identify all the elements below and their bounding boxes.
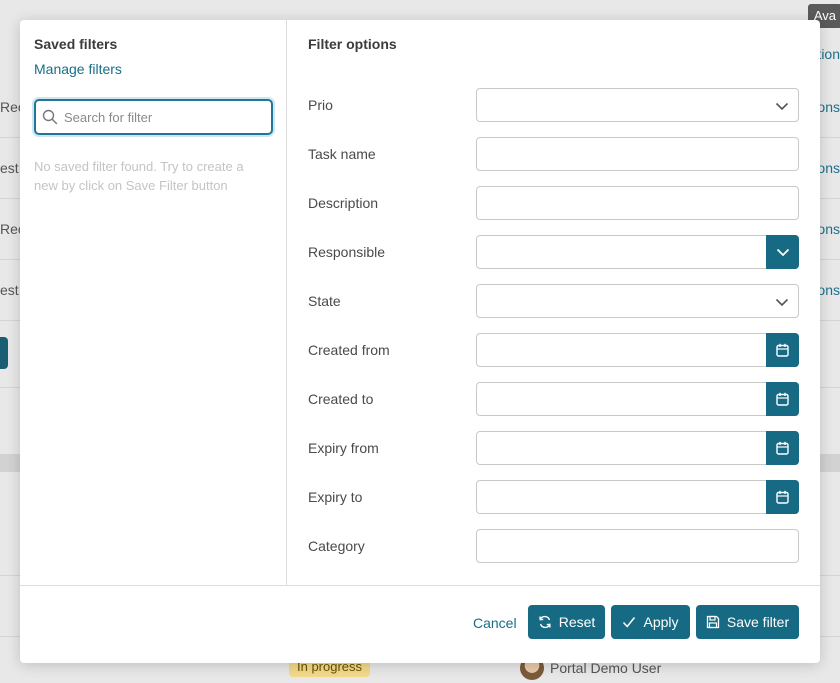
save-icon — [706, 615, 720, 629]
prio-select[interactable] — [476, 88, 799, 122]
row-action-link[interactable]: ons — [817, 160, 840, 176]
reset-label: Reset — [558, 614, 596, 630]
form-row-expiry-from: Expiry from — [308, 431, 799, 465]
filter-dialog: Saved filters Manage filters No saved fi… — [20, 20, 820, 663]
check-icon — [623, 617, 636, 628]
task-name-label: Task name — [308, 146, 376, 162]
expiry-from-input[interactable] — [477, 432, 767, 464]
task-name-input[interactable] — [477, 138, 798, 170]
expiry-from-label: Expiry from — [308, 440, 379, 456]
cancel-button[interactable]: Cancel — [473, 615, 517, 631]
manage-filters-link[interactable]: Manage filters — [34, 61, 122, 77]
save-filter-label: Save filter — [726, 614, 790, 630]
filter-options-title: Filter options — [308, 36, 397, 52]
form-row-responsible: Responsible — [308, 235, 799, 269]
created-to-field[interactable] — [476, 382, 799, 416]
empty-state-message: No saved filter found. Try to create a n… — [34, 159, 244, 193]
description-label: Description — [308, 195, 379, 211]
chevron-down-icon — [775, 102, 789, 111]
chevron-down-icon — [776, 248, 789, 257]
calendar-icon — [776, 441, 789, 455]
task-name-field[interactable] — [476, 137, 799, 171]
form-row-description: Description — [308, 186, 799, 220]
form-row-task-name: Task name — [308, 137, 799, 171]
created-to-calendar-button[interactable] — [766, 382, 799, 416]
responsible-input[interactable] — [477, 236, 767, 268]
prio-label: Prio — [308, 97, 333, 113]
form-row-prio: Prio — [308, 88, 799, 122]
calendar-icon — [776, 343, 789, 357]
state-select[interactable] — [476, 284, 799, 318]
category-input[interactable] — [477, 530, 798, 562]
expiry-to-field[interactable] — [476, 480, 799, 514]
state-label: State — [308, 293, 341, 309]
created-from-calendar-button[interactable] — [766, 333, 799, 367]
chevron-down-icon — [775, 298, 789, 307]
calendar-icon — [776, 490, 789, 504]
calendar-icon — [776, 392, 789, 406]
form-row-category: Category — [308, 529, 799, 563]
expiry-from-calendar-button[interactable] — [766, 431, 799, 465]
created-from-label: Created from — [308, 342, 390, 358]
description-input[interactable] — [477, 187, 798, 219]
form-row-created-to: Created to — [308, 382, 799, 416]
search-icon — [42, 109, 58, 125]
expiry-to-calendar-button[interactable] — [766, 480, 799, 514]
refresh-icon — [539, 615, 551, 629]
responsible-label: Responsible — [308, 244, 386, 260]
description-field[interactable] — [476, 186, 799, 220]
responsible-dropdown-button[interactable] — [766, 235, 799, 269]
responsible-field[interactable] — [476, 235, 799, 269]
form-row-expiry-to: Expiry to — [308, 480, 799, 514]
category-label: Category — [308, 538, 365, 554]
dialog-footer: Cancel Reset Apply Save filter — [20, 585, 820, 663]
reset-button[interactable]: Reset — [528, 605, 605, 639]
created-from-input[interactable] — [477, 334, 767, 366]
filter-search-box[interactable] — [34, 99, 273, 135]
category-field[interactable] — [476, 529, 799, 563]
row-action-link[interactable]: ons — [817, 99, 840, 115]
created-to-label: Created to — [308, 391, 374, 407]
expiry-from-field[interactable] — [476, 431, 799, 465]
filter-options-panel: Filter options Prio Task name Descriptio… — [288, 20, 820, 585]
form-row-state: State — [308, 284, 799, 318]
row-action-link[interactable]: ons — [817, 282, 840, 298]
saved-filters-panel: Saved filters Manage filters No saved fi… — [20, 20, 287, 585]
expiry-to-input[interactable] — [477, 481, 767, 513]
apply-label: Apply — [643, 614, 679, 630]
form-row-created-from: Created from — [308, 333, 799, 367]
filter-search-input[interactable] — [64, 109, 254, 125]
row-action-link[interactable]: ons — [817, 221, 840, 237]
created-from-field[interactable] — [476, 333, 799, 367]
apply-button[interactable]: Apply — [611, 605, 690, 639]
expiry-to-label: Expiry to — [308, 489, 363, 505]
save-filter-button[interactable]: Save filter — [696, 605, 799, 639]
created-to-input[interactable] — [477, 383, 767, 415]
saved-filters-title: Saved filters — [34, 36, 118, 52]
